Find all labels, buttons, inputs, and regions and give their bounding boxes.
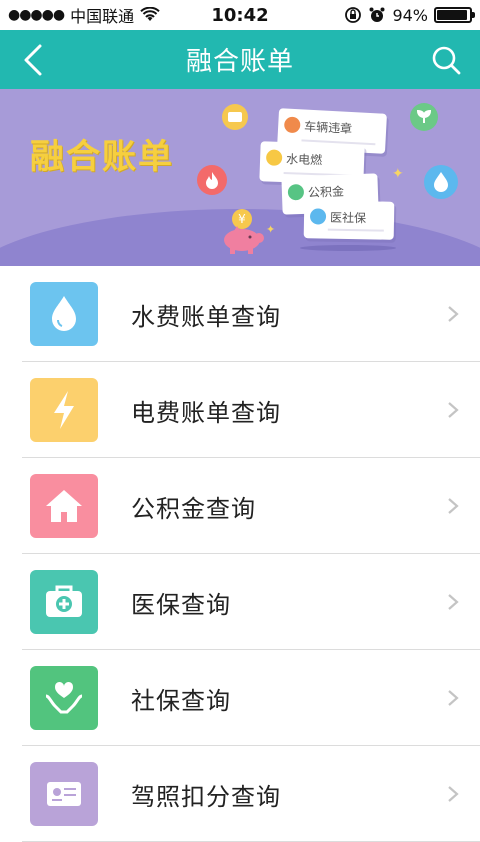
wifi-icon [140, 7, 160, 21]
status-left: ●●●●● 中国联通 [8, 3, 160, 27]
water-float-icon [424, 165, 458, 199]
battery-percent: 94% [392, 5, 428, 25]
chevron-right-icon [448, 690, 459, 706]
menu-item-label: 社保查询 [131, 686, 231, 715]
menu-item-label: 驾照扣分查询 [131, 782, 281, 811]
menu-item-medical-insurance[interactable]: 医保查询 [0, 554, 480, 650]
heart-hands-icon [30, 666, 98, 730]
piggy-bank-icon [224, 226, 264, 254]
house-icon [30, 474, 98, 538]
battery-icon [434, 7, 475, 23]
menu-item-electricity[interactable]: 电费账单查询 [0, 362, 480, 458]
carrier-name: 中国联通 [70, 7, 135, 26]
status-right: 94% [344, 5, 475, 25]
status-bar: ●●●●● 中国联通 10:42 94% [0, 0, 480, 30]
battery-fill [437, 10, 468, 20]
chevron-right-icon [448, 498, 459, 514]
lightning-icon [265, 149, 283, 166]
banner[interactable]: 融合账单 ✦ ✦ 车辆违章 水电燃 公积金 医社保 ¥ [0, 89, 480, 266]
medical-kit-icon [30, 570, 98, 634]
card-label: 公积金 [307, 184, 345, 200]
sparkle-decoration: ✦ [266, 223, 276, 236]
banner-card: 医社保 [303, 200, 395, 240]
house-icon [287, 183, 305, 201]
card-label: 医社保 [329, 210, 367, 226]
card-float-icon [222, 104, 248, 130]
menu-item-label: 医保查询 [131, 590, 231, 619]
menu-item-social-insurance[interactable]: 社保查询 [0, 650, 480, 746]
chevron-right-icon [448, 402, 459, 418]
id-card-icon [30, 762, 98, 826]
menu-item-label: 水费账单查询 [131, 302, 281, 331]
back-arrow-icon[interactable] [14, 40, 54, 80]
water-drop-icon [30, 282, 98, 346]
plant-float-icon [410, 103, 438, 131]
card-label: 水电燃 [285, 152, 323, 168]
card-label: 车辆违章 [303, 119, 353, 137]
nav-bar: 融合账单 [0, 30, 480, 89]
menu-item-driving-license[interactable]: 驾照扣分查询 [0, 746, 480, 842]
page-title: 融合账单 [185, 47, 294, 77]
fire-float-icon [197, 165, 227, 195]
rotation-lock-icon [345, 7, 362, 23]
chevron-right-icon [448, 594, 459, 610]
signal-strength-icon: ●●●●● [8, 7, 65, 23]
query-menu-list: 水费账单查询 电费账单查询 公积金查询 医保查询 社保查询 驾照扣分查询 [0, 266, 480, 842]
banner-title: 融合账单 [30, 137, 174, 177]
car-icon [283, 116, 301, 134]
menu-item-label: 电费账单查询 [131, 398, 281, 427]
lightning-icon [30, 378, 98, 442]
chevron-right-icon [448, 306, 459, 322]
card-shadow-decoration [300, 245, 396, 251]
menu-item-label: 公积金查询 [131, 494, 256, 523]
sparkle-decoration: ✦ [392, 166, 404, 182]
alarm-icon [369, 7, 385, 22]
menu-item-housing-fund[interactable]: 公积金查询 [0, 458, 480, 554]
search-icon[interactable] [426, 40, 466, 80]
menu-item-water[interactable]: 水费账单查询 [0, 266, 480, 362]
chevron-right-icon [448, 786, 459, 802]
medical-icon [309, 208, 327, 225]
